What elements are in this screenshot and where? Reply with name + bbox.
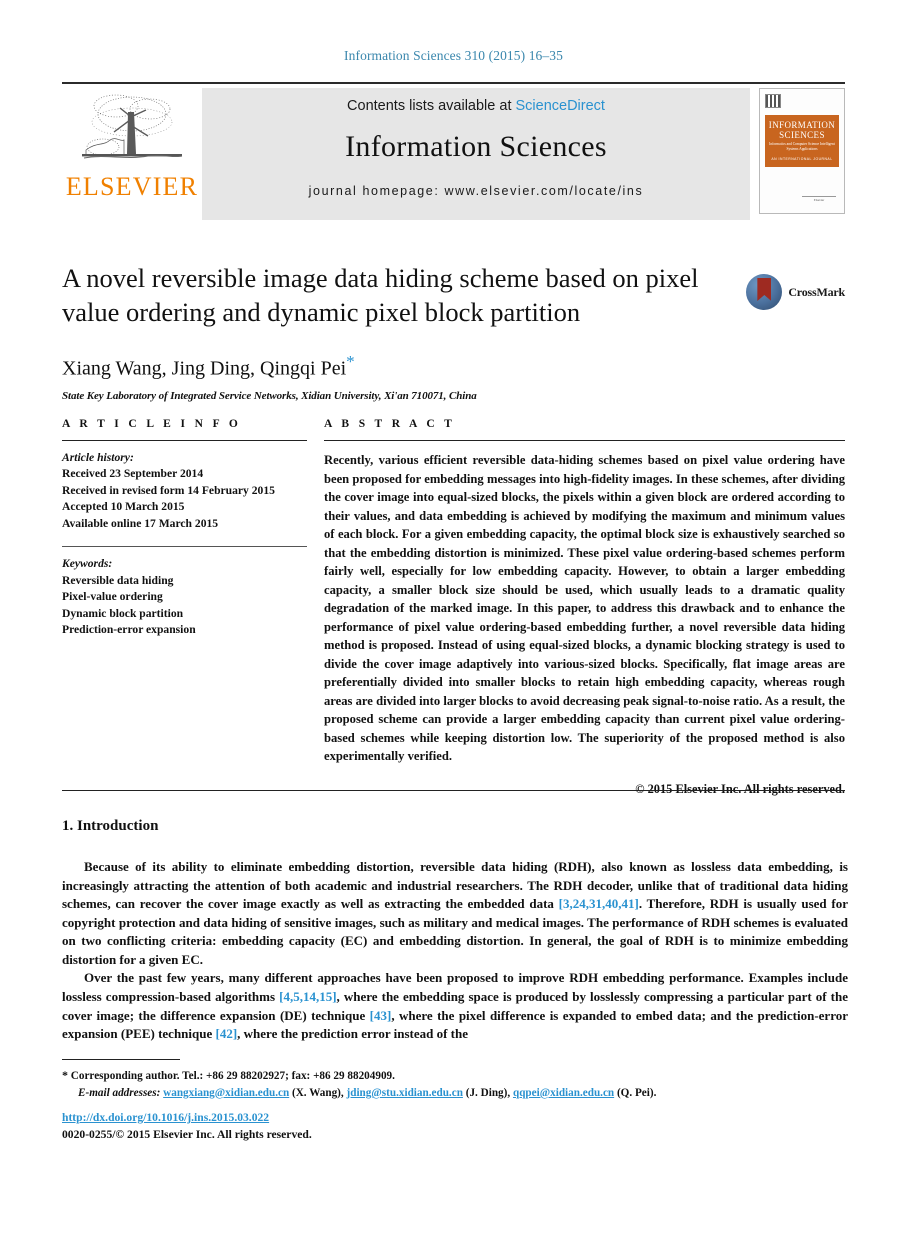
page-title: A novel reversible image data hiding sch… — [62, 263, 699, 327]
cover-footer: Elsevier — [802, 196, 836, 205]
author-names: Xiang Wang, Jing Ding, Qingqi Pei — [62, 357, 347, 380]
journal-title: Information Sciences — [345, 130, 607, 163]
email-link-3[interactable]: qqpei@xidian.edu.cn — [513, 1087, 614, 1099]
citation-ref[interactable]: [4,5,14,15] — [279, 989, 336, 1004]
email-owner-3: (Q. Pei). — [616, 1086, 657, 1099]
crossmark-badge-group[interactable]: CrossMark — [746, 274, 845, 310]
email-note: E-mail addresses: wangxiang@xidian.edu.c… — [62, 1085, 848, 1102]
journal-homepage[interactable]: journal homepage: www.elsevier.com/locat… — [309, 184, 644, 198]
crossmark-icon — [746, 274, 783, 310]
keywords-label: Keywords: — [62, 557, 113, 571]
corresponding-author-marker: * — [346, 351, 355, 371]
sciencedirect-link[interactable]: ScienceDirect — [516, 98, 605, 114]
para2-part-d: , where the prediction error instead of … — [237, 1026, 469, 1042]
doi-link[interactable]: http://dx.doi.org/10.1016/j.ins.2015.03.… — [62, 1111, 269, 1124]
running-head: Information Sciences 310 (2015) 16–35 — [344, 48, 563, 63]
email-owner-2: (J. Ding), — [465, 1086, 511, 1099]
elsevier-tree-icon — [82, 94, 183, 159]
cover-barcode-icon — [765, 94, 781, 108]
cover-title-band: INFORMATION SCIENCES Informatics and Com… — [765, 115, 839, 167]
journal-masthead: ELSEVIER Contents lists available at Sci… — [62, 82, 845, 222]
article-info-heading: A R T I C L E I N F O — [62, 418, 242, 430]
info-abstract-row: A R T I C L E I N F O Article history: R… — [62, 418, 845, 797]
contents-line: Contents lists available at ScienceDirec… — [347, 98, 605, 114]
article-history: Article history: Received 23 September 2… — [62, 450, 324, 532]
section-heading-introduction: 1. Introduction — [62, 818, 159, 834]
author-list: Xiang Wang, Jing Ding, Qingqi Pei* — [62, 352, 845, 381]
affiliation: State Key Laboratory of Integrated Servi… — [62, 390, 477, 403]
cover-line4: AN INTERNATIONAL JOURNAL — [771, 156, 833, 161]
email-label: E-mail addresses: — [78, 1086, 161, 1099]
cover-thumbnail-wrap: INFORMATION SCIENCES Informatics and Com… — [750, 84, 845, 222]
footnote-divider — [62, 1059, 180, 1060]
corresponding-author-text: Corresponding author. Tel.: +86 29 88202… — [70, 1070, 395, 1082]
keyword-item: Prediction-error expansion — [62, 623, 196, 637]
email-link-2[interactable]: jding@stu.xidian.edu.cn — [347, 1087, 463, 1099]
citation-ref[interactable]: [42] — [216, 1026, 238, 1041]
paragraph-1: Because of its ability to eliminate embe… — [62, 858, 848, 969]
keyword-item: Reversible data hiding — [62, 573, 174, 587]
article-info-column: A R T I C L E I N F O Article history: R… — [62, 418, 324, 797]
email-link-1[interactable]: wangxiang@xidian.edu.cn — [163, 1087, 289, 1099]
history-item: Received in revised form 14 February 201… — [62, 483, 275, 497]
abstract-column: A B S T R A C T Recently, various effici… — [324, 418, 845, 797]
contents-prefix: Contents lists available at — [347, 98, 516, 114]
citation-ref[interactable]: [3,24,31,40,41] — [559, 896, 639, 911]
keywords-divider — [62, 546, 307, 548]
abstract-rule — [324, 440, 845, 441]
citation-ref[interactable]: [43] — [370, 1008, 392, 1023]
abstract-text: Recently, various efficient reversible d… — [324, 453, 845, 763]
issn-copyright-line: 0020-0255/© 2015 Elsevier Inc. All right… — [62, 1127, 312, 1141]
article-history-label: Article history: — [62, 451, 134, 464]
paragraph-2: Over the past few years, many different … — [62, 969, 848, 1043]
body-text: Because of its ability to eliminate embe… — [62, 858, 848, 1044]
doi-block: http://dx.doi.org/10.1016/j.ins.2015.03.… — [62, 1110, 848, 1144]
elsevier-wordmark: ELSEVIER — [65, 172, 199, 201]
masthead-banner: Contents lists available at ScienceDirec… — [202, 88, 750, 220]
abstract-copyright: © 2015 Elsevier Inc. All rights reserved… — [635, 781, 845, 796]
journal-cover-thumbnail: INFORMATION SCIENCES Informatics and Com… — [759, 88, 845, 214]
keyword-item: Pixel-value ordering — [62, 590, 163, 604]
abstract-heading: A B S T R A C T — [324, 418, 456, 430]
cover-line2: SCIENCES — [779, 129, 825, 140]
body-divider — [62, 790, 845, 791]
corresponding-author-note: * Corresponding author. Tel.: +86 29 882… — [62, 1066, 848, 1085]
publisher-logo: ELSEVIER — [62, 84, 202, 222]
footnote-marker: * — [62, 1068, 68, 1082]
history-item: Received 23 September 2014 — [62, 467, 204, 481]
crossmark-label: CrossMark — [788, 284, 845, 299]
email-owner-1: (X. Wang), — [292, 1086, 344, 1099]
history-item: Accepted 10 March 2015 — [62, 500, 185, 514]
title-block: A novel reversible image data hiding sch… — [62, 262, 845, 402]
article-info-rule — [62, 440, 307, 441]
keyword-item: Dynamic block partition — [62, 606, 184, 620]
paper-page: Information Sciences 310 (2015) 16–35 EL… — [0, 0, 907, 1238]
cover-line3: Informatics and Computer Science Intelli… — [769, 142, 835, 152]
footnotes: * Corresponding author. Tel.: +86 29 882… — [62, 1066, 848, 1102]
history-item: Available online 17 March 2015 — [62, 516, 219, 530]
keywords-block: Keywords: Reversible data hiding Pixel-v… — [62, 556, 324, 638]
